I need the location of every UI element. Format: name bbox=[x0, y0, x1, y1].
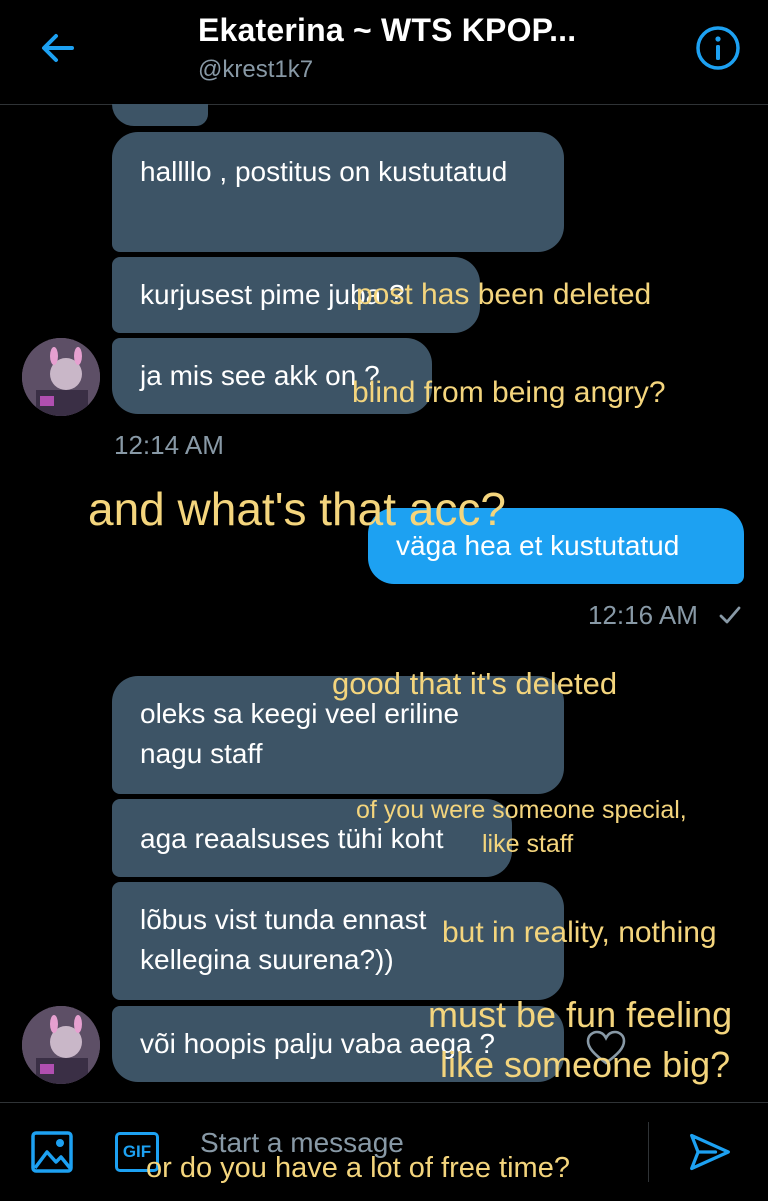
translation-text: like staff bbox=[482, 830, 574, 858]
translation-text: and what's that acc? bbox=[88, 483, 506, 535]
message-text: aga reaalsuses tühi koht bbox=[140, 823, 444, 854]
message-bubble[interactable]: hallllo , postitus on kustutatud bbox=[112, 132, 564, 252]
translation-text: but in reality, nothing bbox=[442, 916, 717, 949]
translation-text: like someone big? bbox=[440, 1044, 731, 1085]
translation-text: of you were someone special, bbox=[356, 796, 687, 824]
message-text: ja mis see akk on ? bbox=[140, 360, 380, 391]
avatar[interactable] bbox=[22, 338, 100, 416]
message-bubble-partial bbox=[112, 104, 208, 126]
image-icon[interactable] bbox=[30, 1130, 74, 1174]
avatar-image bbox=[22, 338, 100, 416]
checkmark-icon bbox=[719, 606, 741, 624]
translation-text: blind from being angry? bbox=[352, 376, 666, 409]
message-timestamp: 12:14 AM bbox=[114, 430, 224, 460]
translation-text: post has been deleted bbox=[356, 278, 652, 311]
divider bbox=[648, 1122, 649, 1182]
avatar[interactable] bbox=[22, 1006, 100, 1084]
message-text: oleks sa keegi veel eriline nagu staff bbox=[140, 698, 460, 769]
translation-text: or do you have a lot of free time? bbox=[146, 1152, 570, 1184]
avatar-image bbox=[22, 1006, 100, 1084]
send-icon[interactable] bbox=[686, 1130, 734, 1174]
info-icon[interactable] bbox=[694, 24, 742, 72]
message-timestamp: 12:16 AM bbox=[588, 600, 698, 630]
back-arrow-icon[interactable] bbox=[36, 26, 80, 70]
conversation-title[interactable]: Ekaterina ~ WTS KPOP... bbox=[198, 12, 576, 49]
translation-text: good that it's deleted bbox=[332, 666, 618, 701]
message-text: hallllo , postitus on kustutatud bbox=[140, 156, 508, 187]
conversation-handle: @krest1k7 bbox=[198, 56, 314, 83]
translation-text: must be fun feeling bbox=[428, 994, 733, 1035]
